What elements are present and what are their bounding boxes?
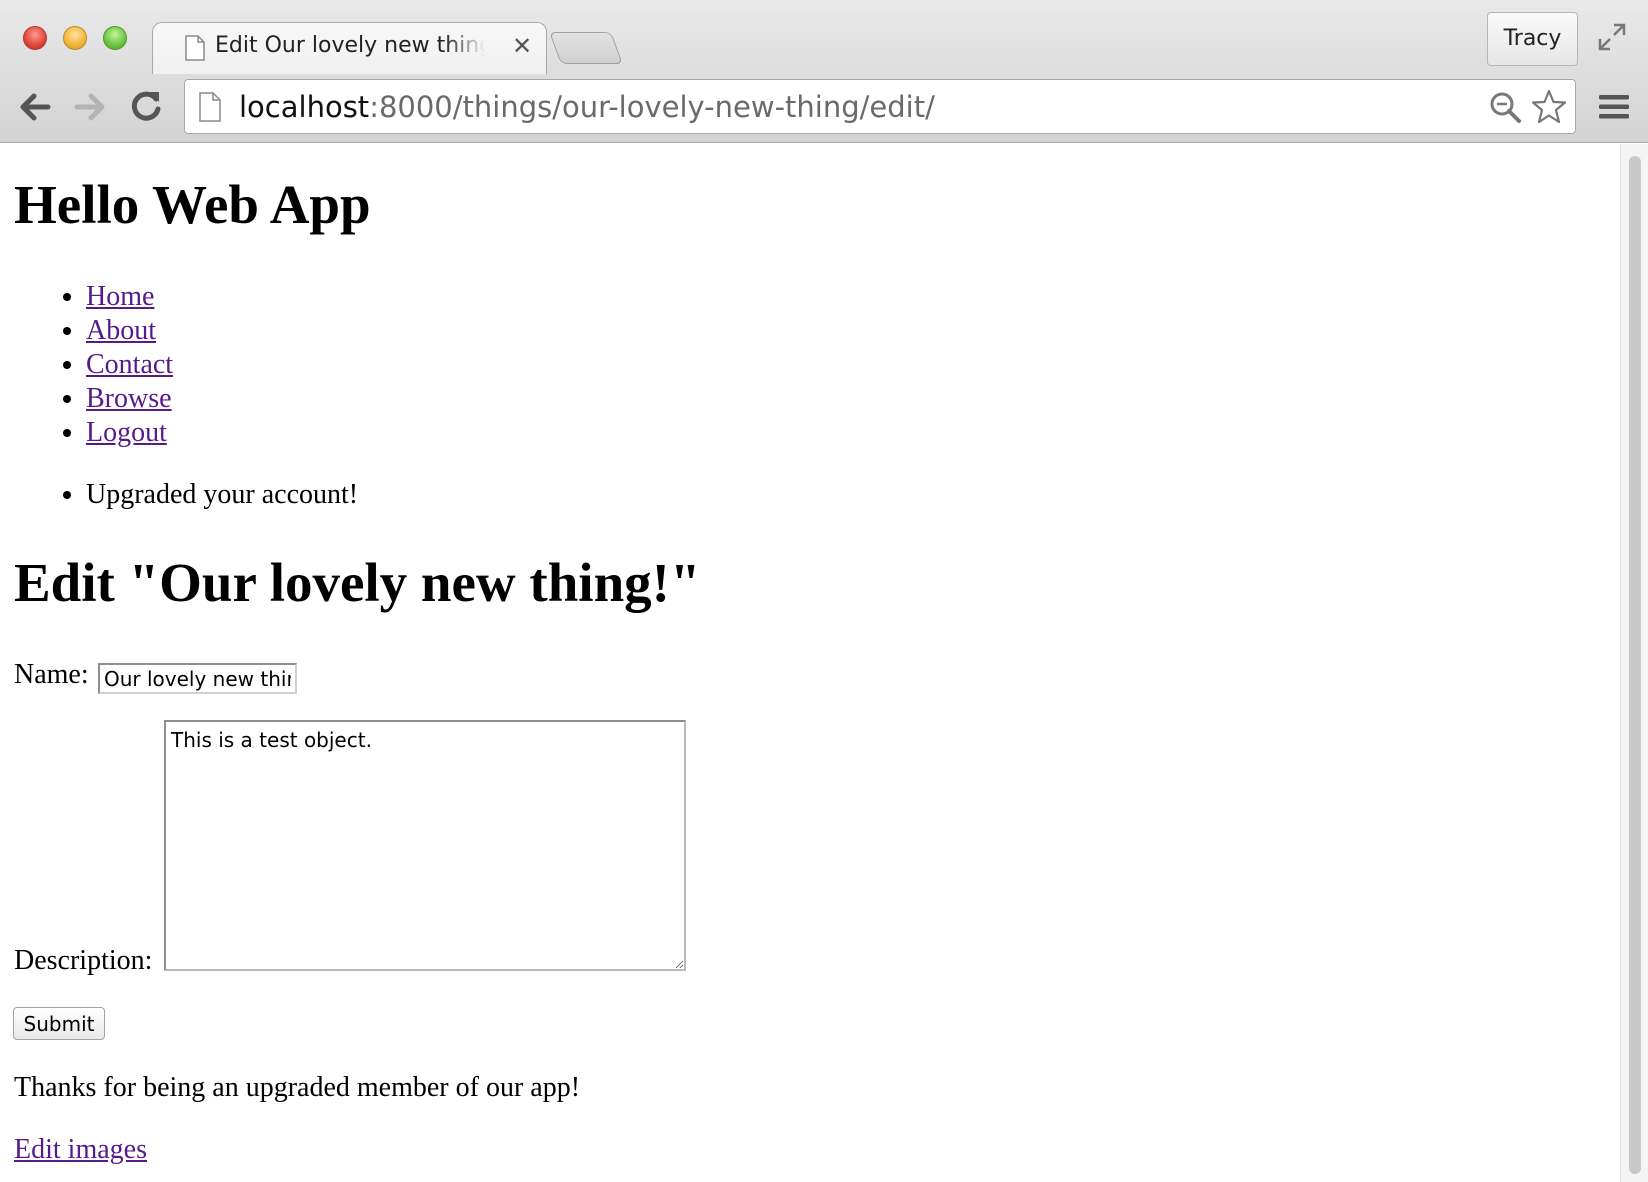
minimize-window-button[interactable]: [63, 26, 87, 50]
nav-link-browse[interactable]: Browse: [86, 383, 172, 414]
nav-item-about: About: [86, 314, 173, 348]
name-label: Name:: [14, 659, 89, 690]
browser-chrome: Edit Our lovely new thing! ✕ Tracy local…: [0, 0, 1648, 143]
nav-link-home[interactable]: Home: [86, 281, 154, 312]
url-host: localhost: [239, 90, 370, 124]
nav-link-about[interactable]: About: [86, 315, 156, 346]
reload-icon[interactable]: [125, 86, 167, 128]
back-arrow-icon[interactable]: [14, 86, 56, 128]
submit-button[interactable]: Submit: [13, 1007, 105, 1040]
address-url[interactable]: localhost:8000/things/our-lovely-new-thi…: [239, 90, 935, 124]
nav-item-logout: Logout: [86, 416, 173, 450]
search-icon[interactable]: [1488, 90, 1522, 124]
star-icon[interactable]: [1530, 88, 1568, 126]
browser-tab-active[interactable]: Edit Our lovely new thing! ✕: [152, 22, 547, 74]
fullscreen-icon[interactable]: [1597, 22, 1627, 52]
address-bar[interactable]: localhost:8000/things/our-lovely-new-thi…: [184, 79, 1576, 134]
main-nav: Home About Contact Browse Logout: [0, 280, 173, 450]
nav-link-contact[interactable]: Contact: [86, 349, 173, 380]
nav-link-logout[interactable]: Logout: [86, 417, 167, 448]
flash-messages: Upgraded your account!: [0, 478, 358, 512]
tab-close-icon[interactable]: ✕: [508, 31, 536, 61]
scrollbar-thumb[interactable]: [1629, 156, 1641, 1174]
name-input[interactable]: [98, 663, 297, 694]
zoom-window-button[interactable]: [103, 26, 127, 50]
flash-message: Upgraded your account!: [86, 478, 358, 512]
edit-images-paragraph: Edit images: [14, 1133, 147, 1167]
upgraded-member-message: Thanks for being an upgraded member of o…: [14, 1072, 581, 1103]
page-icon: [185, 35, 205, 61]
description-textarea[interactable]: This is a test object.: [164, 720, 686, 971]
page-icon: [199, 92, 221, 122]
hamburger-menu-icon[interactable]: [1598, 93, 1630, 121]
vertical-scrollbar[interactable]: [1620, 144, 1648, 1182]
profile-button[interactable]: Tracy: [1487, 12, 1578, 66]
site-title: Hello Web App: [14, 174, 371, 235]
nav-item-home: Home: [86, 280, 173, 314]
new-tab-button[interactable]: [549, 32, 623, 64]
nav-item-contact: Contact: [86, 348, 173, 382]
tab-title: Edit Our lovely new thing!: [215, 33, 485, 58]
url-path: :8000/things/our-lovely-new-thing/edit/: [369, 90, 935, 124]
forward-arrow-icon[interactable]: [69, 86, 111, 128]
nav-item-browse: Browse: [86, 382, 173, 416]
description-label: Description:: [14, 945, 153, 976]
page-heading: Edit "Our lovely new thing!": [14, 552, 701, 613]
close-window-button[interactable]: [23, 26, 47, 50]
edit-images-link[interactable]: Edit images: [14, 1134, 147, 1165]
